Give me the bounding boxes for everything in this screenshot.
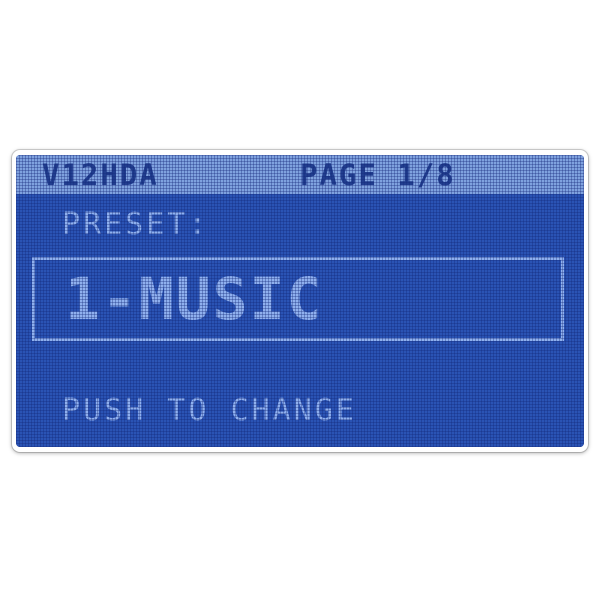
- push-to-change-hint: PUSH TO CHANGE: [62, 393, 357, 428]
- header-bar: V12HDA PAGE 1/8: [16, 155, 584, 194]
- preset-value: 1-MUSIC: [65, 265, 324, 333]
- lcd-screen: V12HDA PAGE 1/8 PRESET: 1-MUSIC PUSH TO …: [16, 155, 584, 447]
- preset-selector[interactable]: 1-MUSIC: [32, 257, 564, 341]
- preset-label: PRESET:: [62, 207, 210, 242]
- page-indicator: PAGE 1/8: [300, 158, 456, 192]
- device-name: V12HDA: [42, 158, 159, 192]
